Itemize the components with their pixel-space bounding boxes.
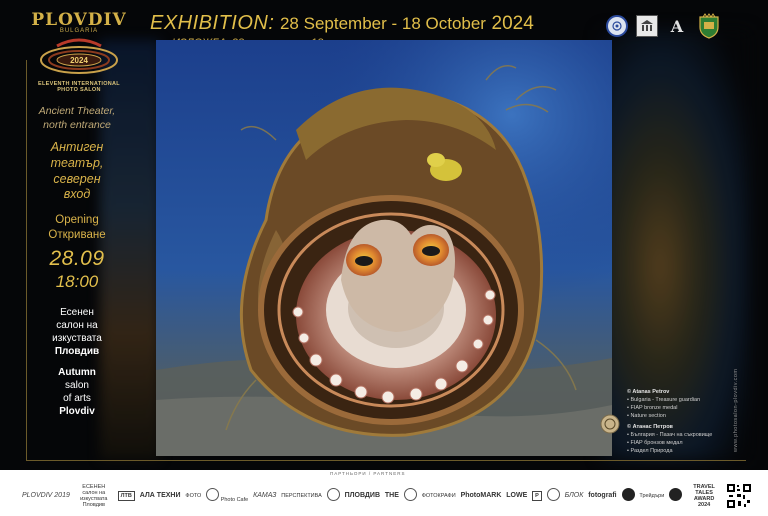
salon-name-en: Autumn salon of arts Plovdiv [28,366,126,418]
sponsor-logo: TRAVEL TALES AWARD 2024 [693,483,715,509]
logo-year: 2024 [70,56,88,65]
photo-caption: © Atanas Petrov • Bulgaria - Treasure gu… [627,389,737,456]
salon-bg-line-1: Есенен [60,306,94,318]
sponsors-bar: ПАРТНЬОРИ / PARTNERS PLOVDIV 2019 ЕСЕНЕН… [0,470,768,516]
location-en-line-1: Ancient Theater, [38,105,116,117]
sponsor-logo: fotografi [588,492,617,500]
frame-line-horizontal [26,460,746,461]
plovdiv-crest-icon [699,13,719,39]
frame-line-vertical [26,60,27,460]
sponsor-logo: LOWE [506,492,528,500]
salon-bg-line-2: салон на [56,319,98,331]
logo-line-2: PHOTO SALON [57,87,101,93]
sponsor-logo: P [532,490,542,502]
caption-en-line-1: • Bulgaria - Treasure guardian [627,396,701,403]
salon-en-line-4: Plovdiv [59,405,95,417]
opening-time: 18:00 [55,271,99,291]
exhibition-dates-en: 28 September - 18 October [279,14,486,33]
location-en-line-2: north entrance [43,119,111,132]
location-bg-line-2: театър, [50,155,104,170]
caption-bg-line-3: • Раздел Природа [627,447,673,454]
organizer-logos: A [606,13,722,39]
logo-emblem-icon: 2024 [40,38,118,74]
sponsor-logo: Photo Cafe [206,488,248,503]
sponsor-logo [326,488,340,503]
sponsor-logo: ЕСЕНЕН салон на изкуствата Пловдив [80,483,108,509]
poster: PLOVDIV BULGARIA 2024 ELEVENTH INTERNATI… [0,0,768,470]
exhibition-label-en: EXHIBITION: [150,12,275,34]
sponsor-logo [669,488,683,503]
sponsors-label: ПАРТНЬОРИ / PARTNERS [330,471,406,476]
info-column: Ancient Theater, north entrance Антиген … [28,104,126,418]
salon-logo: PLOVDIV BULGARIA 2024 ELEVENTH INTERNATI… [30,10,128,93]
qr-code-icon[interactable] [725,483,752,509]
salon-seal-icon [600,414,620,434]
sponsor-logo: ЛТВ [117,490,135,502]
sponsor-logo: PhotoMARK [460,492,502,500]
salon-en-line-1: Autumn [58,366,96,378]
sponsor-logo: АЛА ТЕХНИ [139,492,181,500]
sponsor-logo: ПЕРСПЕКТИВА [281,492,322,499]
museum-logo-icon [636,15,658,37]
union-seal-icon [606,15,628,37]
location-bg-line-1: Антиген [50,140,104,155]
sponsor-logo: ФОТОКРАФИ [421,492,456,499]
salon-name-bg: Есенен салон на изкуствата Пловдив [28,306,126,358]
octopus-photo [156,40,612,456]
academy-letter-icon: A [670,16,684,36]
exhibition-year: 2024 [491,13,534,34]
sponsor-logo: БЛОК [564,492,584,500]
sponsor-logo: ФОТО [185,492,202,499]
sponsor-logo: THE [384,492,399,500]
sponsor-logo: КАМАЗ [253,492,277,500]
exhibition-title-en: EXHIBITION: 28 September - 18 October 20… [150,12,590,35]
sponsor-logo: ПЛОВДИВ [344,492,381,500]
sponsor-logo [403,488,417,503]
sponsor-logo [546,488,560,503]
caption-author-en: © Atanas Petrov [627,389,670,395]
opening-label-en: Opening [55,213,99,226]
opening-label-bg: Откриване [48,228,106,241]
sponsor-logo [621,488,635,503]
caption-author-bg: © Атанас Петров [627,423,673,430]
sponsor-logos: PLOVDIV 2019 ЕСЕНЕН салон на изкуствата … [22,479,752,513]
caption-en-line-3: • Nature section [627,412,666,419]
caption-bg-line-1: • България - Пазач на съкровище [627,431,713,438]
sponsor-logo: Трейдъри [639,492,665,499]
salon-en-line-2: salon [65,379,89,391]
location-bg: Антиген театър, северен вход [28,140,126,203]
caption-bg-line-2: • FIAP бронзов медал [627,439,683,446]
salon-en-line-3: of arts [63,392,91,404]
logo-title: PLOVDIV [31,10,127,30]
opening-date: 28.09 [49,246,105,270]
location-en: Ancient Theater, north entrance [28,104,126,132]
sponsor-logo: PLOVDIV 2019 [22,492,70,500]
location-bg-line-3: северен [53,171,101,186]
location-bg-line-4: вход [63,187,91,202]
website-url[interactable]: www.photosalon-plovdiv.com [733,368,739,452]
caption-en-line-2: • FIAP bronze medal [627,404,678,411]
salon-bg-line-3: изкуствата [52,332,102,344]
salon-bg-line-4: Пловдив [54,345,100,357]
